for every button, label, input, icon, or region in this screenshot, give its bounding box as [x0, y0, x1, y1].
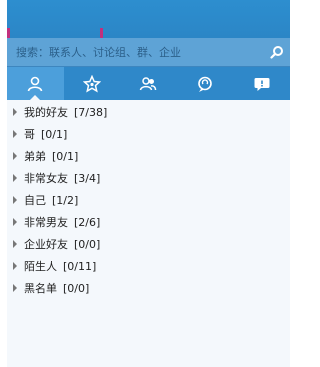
group-enterprise-friends[interactable]: 企业好友 [0/0] [7, 233, 290, 255]
expand-arrow-icon [13, 218, 17, 226]
expand-arrow-icon [13, 174, 17, 182]
tab-messages[interactable] [233, 67, 290, 100]
group-boyfriends[interactable]: 非常男友 [2/6] [7, 211, 290, 233]
group-self[interactable]: 自己 [1/2] [7, 189, 290, 211]
group-count: [0/0] [74, 237, 101, 251]
group-count: [0/1] [41, 127, 68, 141]
tab-discussions[interactable] [177, 67, 234, 100]
expand-arrow-icon [13, 284, 17, 292]
group-name: 企业好友 [24, 238, 68, 251]
group-strangers[interactable]: 陌生人 [0/11] [7, 255, 290, 277]
expand-arrow-icon [13, 152, 17, 160]
expand-arrow-icon [13, 240, 17, 248]
group-count: [3/4] [74, 171, 101, 185]
search-icon[interactable] [270, 45, 284, 59]
group-name: 弟弟 [24, 150, 46, 163]
group-count: [0/0] [63, 281, 90, 295]
contact-groups-list: 我的好友 [7/38] 哥 [0/1] 弟弟 [0/1] 非常女友 [3/4] … [7, 101, 290, 299]
tab-bar [7, 67, 290, 100]
group-name: 自己 [24, 194, 46, 207]
group-girlfriends[interactable]: 非常女友 [3/4] [7, 167, 290, 189]
group-name: 非常男友 [24, 216, 68, 229]
tab-groups[interactable] [120, 67, 177, 100]
group-name: 非常女友 [24, 172, 68, 185]
group-count: [0/11] [63, 259, 97, 273]
group-count: [2/6] [74, 215, 101, 229]
group-name: 哥 [24, 128, 35, 141]
search-bar [7, 38, 290, 67]
expand-arrow-icon [13, 130, 17, 138]
contacts-panel: 我的好友 [7/38] 哥 [0/1] 弟弟 [0/1] 非常女友 [3/4] … [7, 0, 290, 367]
search-input[interactable] [7, 38, 257, 66]
contact-icon [28, 76, 43, 91]
group-my-friends[interactable]: 我的好友 [7/38] [7, 101, 290, 123]
group-name: 我的好友 [24, 106, 68, 119]
tab-contacts[interactable] [7, 67, 64, 100]
chat-icon [198, 76, 212, 92]
group-brother[interactable]: 哥 [0/1] [7, 123, 290, 145]
group-blacklist[interactable]: 黑名单 [0/0] [7, 277, 290, 299]
group-count: [0/1] [52, 149, 79, 163]
expand-arrow-icon [13, 108, 17, 116]
expand-arrow-icon [13, 196, 17, 204]
group-icon [140, 76, 157, 90]
group-count: [1/2] [52, 193, 79, 207]
group-name: 黑名单 [24, 282, 57, 295]
message-icon [254, 77, 270, 91]
group-younger-brother[interactable]: 弟弟 [0/1] [7, 145, 290, 167]
group-name: 陌生人 [24, 260, 57, 273]
star-icon [82, 74, 101, 93]
tab-favorites[interactable] [64, 67, 121, 100]
group-count: [7/38] [74, 105, 108, 119]
expand-arrow-icon [13, 262, 17, 270]
